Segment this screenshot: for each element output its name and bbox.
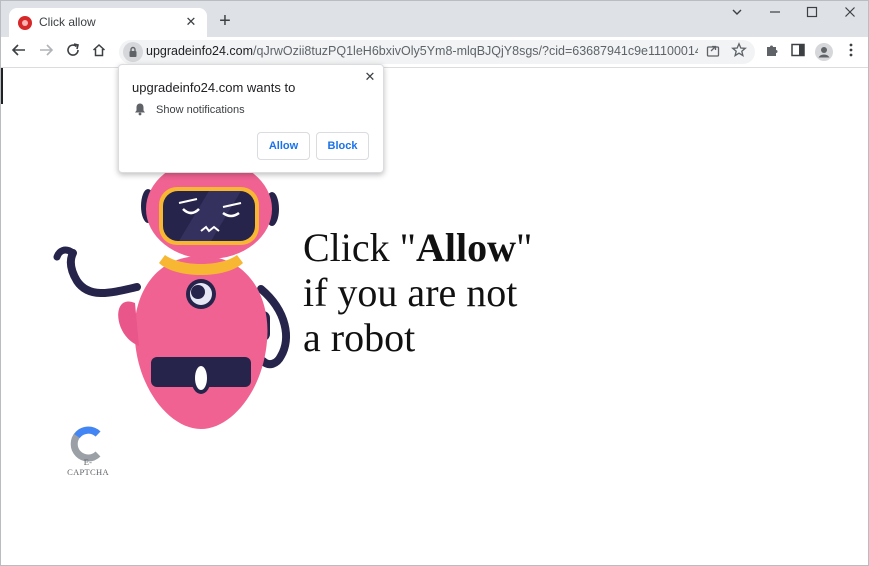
tab-strip: Click allow ✕ +	[1, 1, 868, 37]
browser-window: Click allow ✕ + upgradeinfo24.com/qJrwOz…	[0, 0, 869, 566]
robot-chest-core	[191, 285, 205, 299]
popup-permission-text: Show notifications	[156, 104, 245, 116]
headline-bold: Allow	[416, 225, 516, 270]
headline-suffix: "	[516, 225, 533, 270]
forward-arrow-icon[interactable]	[36, 42, 56, 62]
url-path: /qJrwOzii8tuzPQ1leH6bxivOly5Ym8-mlqBJQjY…	[253, 44, 698, 58]
profile-icon[interactable]	[814, 42, 834, 62]
home-icon[interactable]	[89, 42, 109, 62]
robot-belt-buckle-inner	[195, 366, 207, 390]
back-arrow-icon[interactable]	[9, 42, 29, 62]
lock-icon[interactable]	[123, 42, 143, 62]
side-panel-icon[interactable]	[788, 42, 808, 62]
close-icon[interactable]: ✕	[362, 69, 378, 85]
headline-line-3: a robot	[303, 315, 416, 360]
star-icon[interactable]	[729, 42, 749, 62]
reload-icon[interactable]	[63, 42, 83, 62]
notification-permission-popup: upgradeinfo24.com wants to ✕ Show notifi…	[118, 64, 384, 173]
page-headline: Click "Allow" if you are not a robot	[303, 225, 603, 360]
headline-prefix: Click "	[303, 225, 416, 270]
close-icon[interactable]: ✕	[183, 14, 199, 30]
tab-click-allow[interactable]: Click allow ✕	[9, 8, 207, 37]
window-close-icon[interactable]	[836, 5, 864, 25]
tab-title: Click allow	[39, 15, 96, 29]
robot-illustration	[53, 161, 291, 429]
red-circle-favicon-icon	[18, 16, 32, 30]
bell-icon	[135, 103, 145, 116]
allow-button[interactable]: Allow	[257, 132, 310, 160]
new-tab-plus-icon[interactable]: +	[215, 11, 235, 31]
url-domain: upgradeinfo24.com	[146, 44, 254, 58]
url-text[interactable]: upgradeinfo24.com/qJrwOzii8tuzPQ1leH6bxi…	[146, 44, 698, 58]
headline-line-2: if you are not	[303, 270, 518, 315]
kebab-menu-icon[interactable]	[841, 42, 861, 62]
address-bar[interactable]: upgradeinfo24.com/qJrwOzii8tuzPQ1leH6bxi…	[119, 40, 755, 64]
headline-line-1: Click "Allow"	[303, 225, 603, 270]
minimize-icon[interactable]	[761, 5, 789, 25]
popup-title: upgradeinfo24.com wants to	[132, 80, 296, 95]
maximize-icon[interactable]	[798, 5, 826, 25]
robot-body-shade	[118, 301, 139, 346]
robot-left-arm	[66, 249, 141, 297]
puzzle-icon[interactable]	[762, 42, 782, 62]
block-button[interactable]: Block	[316, 132, 369, 160]
page-edge-strip	[1, 68, 3, 104]
chevron-down-icon[interactable]	[723, 5, 751, 25]
ecaptcha-label: E-CAPTCHA	[67, 457, 109, 477]
share-icon[interactable]	[703, 42, 723, 62]
